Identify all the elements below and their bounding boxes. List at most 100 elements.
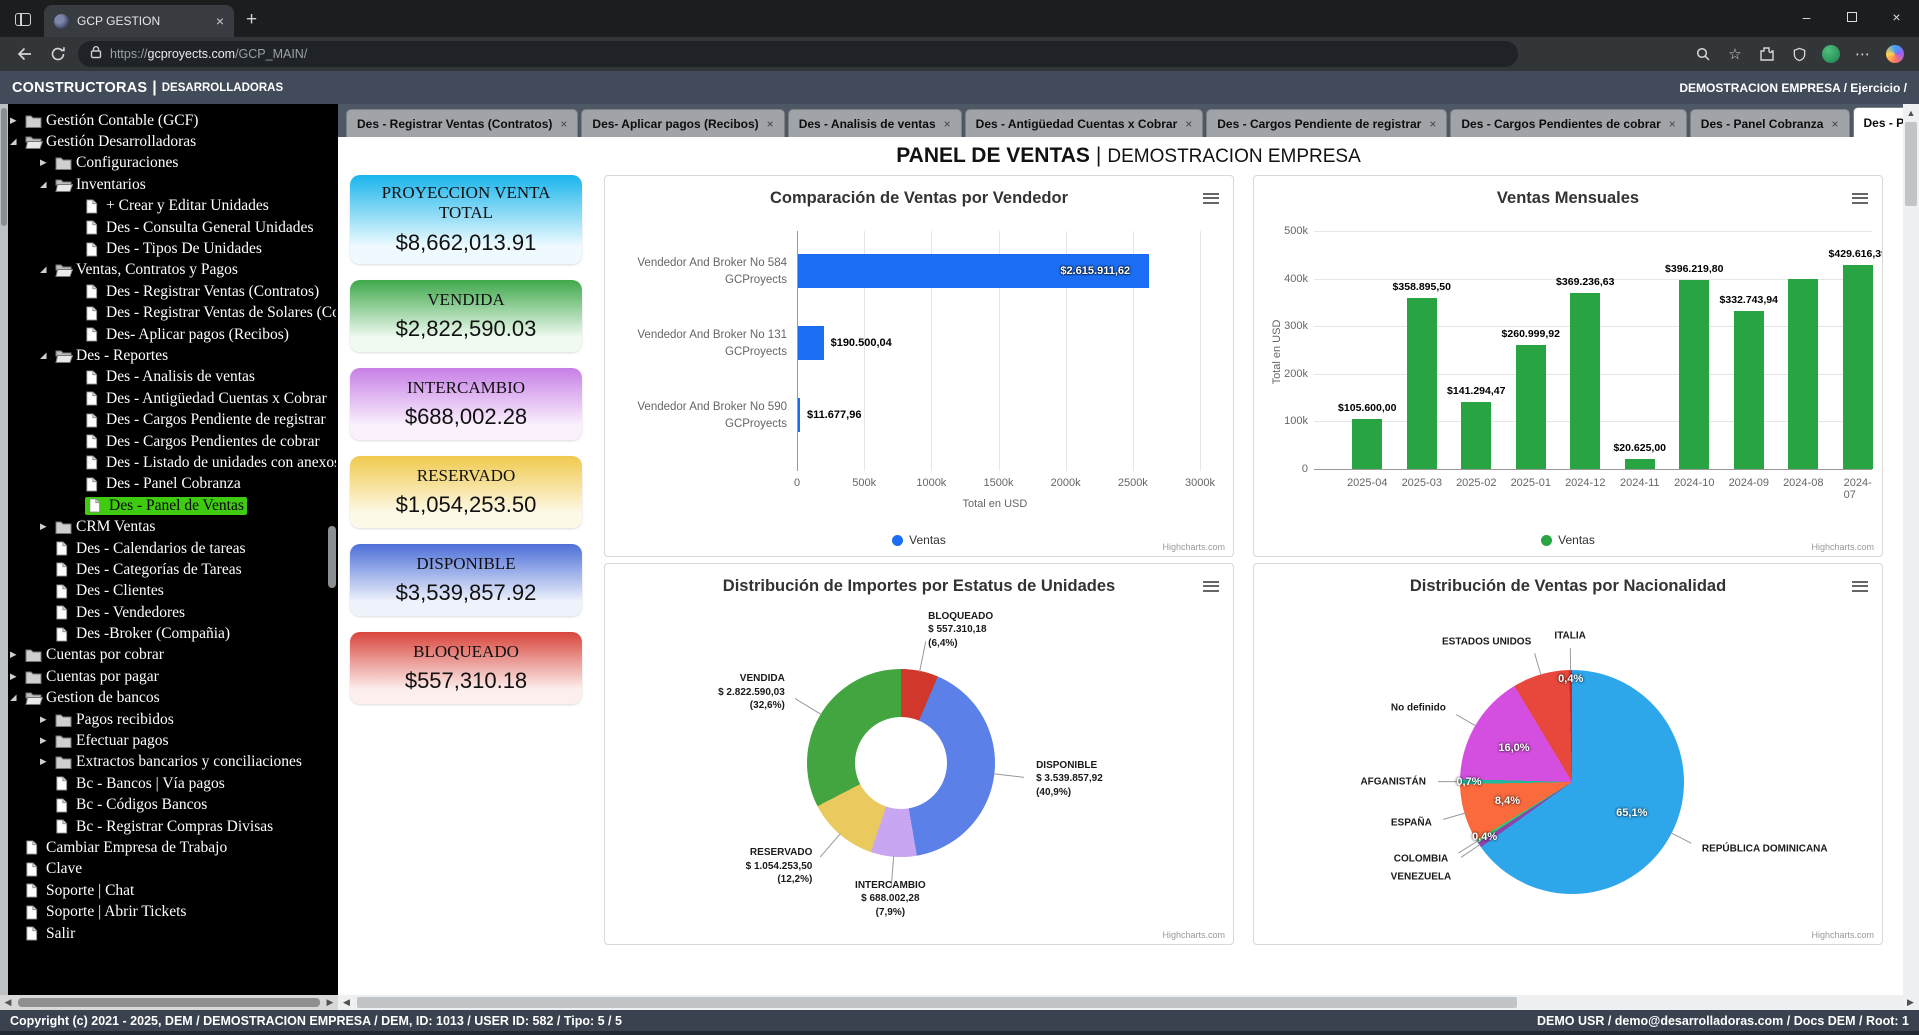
scrollbar-thumb[interactable]: [1905, 122, 1917, 206]
chart-legend[interactable]: Ventas: [1254, 533, 1882, 547]
collapsed-arrow-icon[interactable]: ▶: [40, 736, 55, 746]
sidebar-item[interactable]: ▶ Configuraciones: [10, 153, 336, 174]
column[interactable]: [1842, 264, 1873, 469]
sidebar-item[interactable]: ▶ Gestión Contable (GCF): [10, 110, 336, 131]
sidebar-item[interactable]: ▶ CRM Ventas: [10, 516, 336, 537]
sidebar-item[interactable]: Soporte | Abrir Tickets: [10, 901, 336, 922]
scroll-right-icon[interactable]: ▶: [1902, 997, 1919, 1008]
column[interactable]: [1679, 280, 1710, 469]
tab-close-icon[interactable]: ×: [1429, 117, 1436, 131]
tab-des-aplicar-pagos-recibos-[interactable]: Des- Aplicar pagos (Recibos) ×: [581, 109, 785, 137]
column[interactable]: [1515, 344, 1546, 469]
collapsed-arrow-icon[interactable]: ▶: [40, 158, 55, 168]
profile-avatar-icon[interactable]: [1817, 41, 1845, 67]
sidebar-horizontal-scrollbar[interactable]: ◀ ▶: [0, 995, 338, 1010]
refresh-icon[interactable]: [44, 41, 72, 67]
expanded-arrow-icon[interactable]: ◢: [10, 693, 25, 703]
column[interactable]: [1788, 278, 1819, 469]
favorites-star-icon[interactable]: ☆: [1721, 41, 1749, 67]
settings-ellipsis-icon[interactable]: ⋯: [1849, 41, 1877, 67]
extensions-puzzle-icon[interactable]: [1753, 41, 1781, 67]
column[interactable]: [1352, 418, 1383, 469]
sidebar-item[interactable]: Salir: [10, 923, 336, 944]
sidebar-item[interactable]: + Crear y Editar Unidades: [10, 196, 336, 217]
tab-close-icon[interactable]: ×: [216, 13, 224, 29]
main-vertical-scrollbar[interactable]: ▲: [1903, 104, 1919, 995]
bar[interactable]: [798, 398, 800, 432]
tab-close-icon[interactable]: ×: [944, 117, 951, 131]
sidebar-item[interactable]: ◢ Des - Reportes: [10, 345, 336, 366]
column[interactable]: [1624, 459, 1655, 469]
tab-des-panel-cobranza[interactable]: Des - Panel Cobranza ×: [1689, 109, 1850, 137]
copilot-icon[interactable]: [1881, 41, 1909, 67]
address-bar[interactable]: https://gcproyects.com/GCP_MAIN/: [78, 41, 1518, 67]
collapsed-arrow-icon[interactable]: ▶: [10, 116, 25, 126]
tab-des-antig-edad-cuentas-x-cobrar[interactable]: Des - Antigüedad Cuentas x Cobrar ×: [964, 109, 1204, 137]
sidebar-item[interactable]: Des - Registrar Ventas de Solares (Contr…: [10, 303, 336, 324]
minimize-icon[interactable]: –: [1784, 0, 1829, 34]
chart-legend[interactable]: Ventas: [605, 533, 1233, 547]
collapsed-arrow-icon[interactable]: ▶: [40, 757, 55, 767]
new-tab-icon[interactable]: +: [246, 9, 257, 31]
column[interactable]: [1733, 310, 1764, 469]
sidebar-item[interactable]: Des - Cargos Pendientes de cobrar: [10, 431, 336, 452]
sidebar-item[interactable]: ▶ Extractos bancarios y conciliaciones: [10, 752, 336, 773]
tab-close-icon[interactable]: ×: [767, 117, 774, 131]
sidebar-item[interactable]: Des - Registrar Ventas (Contratos): [10, 281, 336, 302]
sidebar-item[interactable]: Bc - Registrar Compras Divisas: [10, 816, 336, 837]
search-icon[interactable]: [1689, 41, 1717, 67]
tab-layout-icon[interactable]: [8, 4, 38, 34]
bar[interactable]: [798, 326, 824, 360]
sidebar-item[interactable]: Des -Broker (Compañia): [10, 623, 336, 644]
sidebar-item[interactable]: Des - Listado de unidades con anexos: [10, 452, 336, 473]
tab-close-icon[interactable]: ×: [1185, 117, 1192, 131]
sidebar-item[interactable]: Des - Antigüedad Cuentas x Cobrar: [10, 388, 336, 409]
browser-tab[interactable]: GCP GESTION ×: [44, 5, 234, 37]
highcharts-credit[interactable]: Highcharts.com: [1162, 930, 1225, 940]
sidebar-vertical-scrollbar[interactable]: [0, 104, 8, 995]
sidebar-item[interactable]: Des - Clientes: [10, 581, 336, 602]
collapsed-arrow-icon[interactable]: ▶: [40, 522, 55, 532]
collapsed-arrow-icon[interactable]: ▶: [10, 650, 25, 660]
sidebar-item[interactable]: Des - Tipos De Unidades: [10, 238, 336, 259]
column[interactable]: [1570, 293, 1601, 469]
column[interactable]: [1461, 401, 1492, 469]
collapsed-arrow-icon[interactable]: ▶: [10, 672, 25, 682]
scrollbar-thumb[interactable]: [18, 998, 320, 1007]
sidebar-item[interactable]: ▶ Efectuar pagos: [10, 730, 336, 751]
sidebar-item[interactable]: Des - Categorías de Tareas: [10, 559, 336, 580]
tab-close-icon[interactable]: ×: [560, 117, 567, 131]
sidebar-item[interactable]: Des - Calendarios de tareas: [10, 538, 336, 559]
sidebar-item[interactable]: Soporte | Chat: [10, 880, 336, 901]
sidebar-item[interactable]: Des- Aplicar pagos (Recibos): [10, 324, 336, 345]
browser-essentials-icon[interactable]: [1785, 41, 1813, 67]
sidebar-item[interactable]: ◢ Inventarios: [10, 174, 336, 195]
sidebar-item[interactable]: Des - Vendedores: [10, 602, 336, 623]
scroll-up-icon[interactable]: ▲: [1903, 104, 1919, 118]
sidebar-item[interactable]: Bc - Códigos Bancos: [10, 795, 336, 816]
sidebar-item[interactable]: Cambiar Empresa de Trabajo: [10, 837, 336, 858]
scroll-left-icon[interactable]: ◀: [0, 997, 16, 1008]
sidebar-item-selected[interactable]: Des - Panel de Ventas: [10, 495, 336, 516]
pie[interactable]: [1460, 670, 1684, 894]
sidebar-item[interactable]: ◢ Ventas, Contratos y Pagos: [10, 260, 336, 281]
tab-des-analisis-de-ventas[interactable]: Des - Analisis de ventas ×: [787, 109, 962, 137]
scroll-right-icon[interactable]: ▶: [322, 997, 338, 1008]
sidebar-item[interactable]: Des - Consulta General Unidades: [10, 217, 336, 238]
sidebar-item[interactable]: ▶ Pagos recibidos: [10, 709, 336, 730]
highcharts-credit[interactable]: Highcharts.com: [1162, 542, 1225, 552]
expanded-arrow-icon[interactable]: ◢: [40, 265, 55, 275]
scroll-left-icon[interactable]: ◀: [338, 997, 355, 1008]
maximize-icon[interactable]: [1829, 0, 1874, 34]
tab-close-icon[interactable]: ×: [1831, 117, 1838, 131]
expanded-arrow-icon[interactable]: ◢: [40, 351, 55, 361]
sidebar-item[interactable]: Clave: [10, 859, 336, 880]
sidebar-scrollbar-thumb[interactable]: [328, 526, 336, 588]
tab-des-cargos-pendientes-de-cobrar[interactable]: Des - Cargos Pendientes de cobrar ×: [1450, 109, 1687, 137]
sidebar-item[interactable]: ▶ Cuentas por pagar: [10, 666, 336, 687]
sidebar-item[interactable]: Bc - Bancos | Vía pagos: [10, 773, 336, 794]
sidebar-item[interactable]: Des - Analisis de ventas: [10, 367, 336, 388]
collapsed-arrow-icon[interactable]: ▶: [40, 715, 55, 725]
column[interactable]: [1406, 298, 1437, 469]
tab-close-icon[interactable]: ×: [1669, 117, 1676, 131]
